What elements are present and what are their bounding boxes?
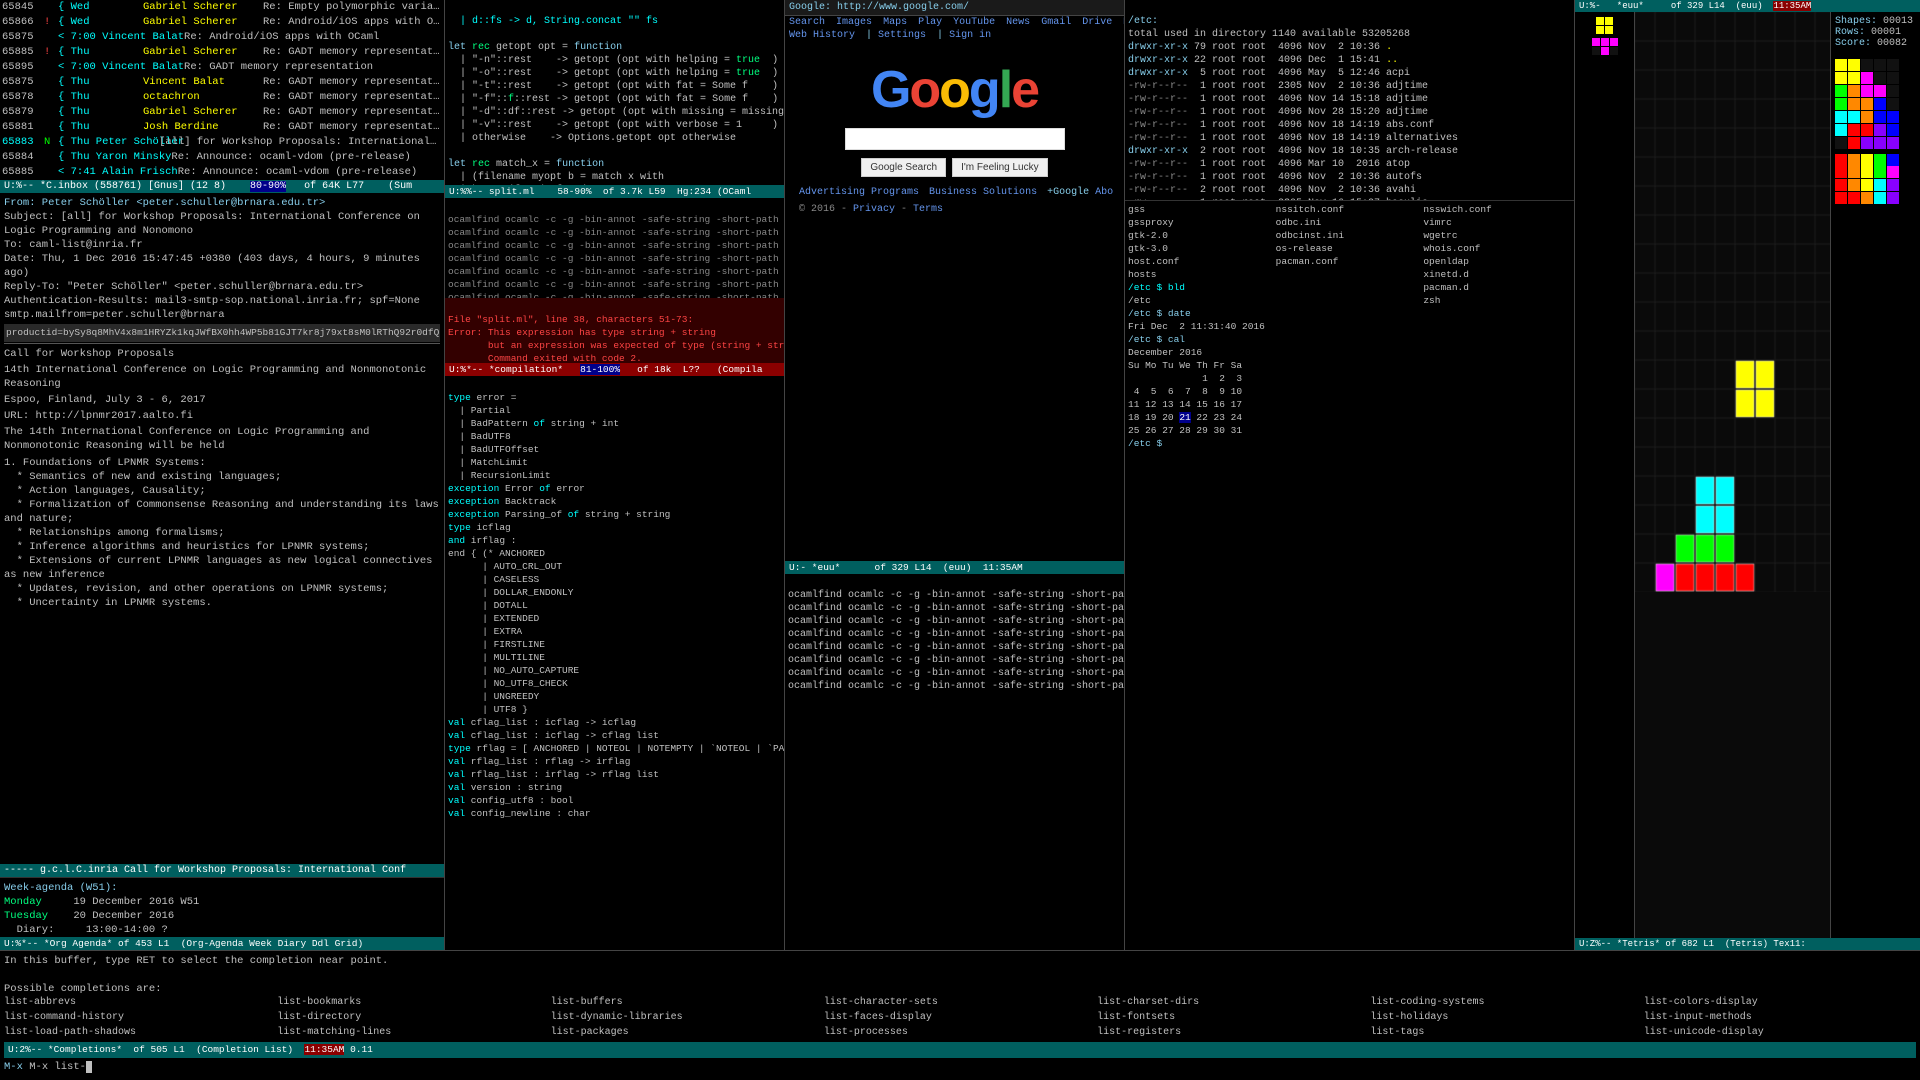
- terminal-line1: In this buffer, type RET to select the c…: [4, 954, 1916, 968]
- nav-link-maps[interactable]: Maps: [883, 17, 907, 28]
- browser-sub-links: Web History | Settings | Sign in: [785, 29, 1124, 42]
- nav-link-gmail[interactable]: Gmail: [1041, 17, 1071, 28]
- google-ad-links: Advertising Programs Business Solutions …: [795, 183, 1114, 202]
- bottom-terminal: In this buffer, type RET to select the c…: [0, 950, 1920, 1080]
- email-row[interactable]: 65884 { Thu Yaron Minsky Re: Announce: o…: [0, 150, 444, 165]
- google-search-container: [795, 128, 1114, 150]
- completion-grid: list-abbrevs list-bookmarks list-buffers…: [4, 996, 1916, 1040]
- email-list: 65845 { Wed Gabriel Scherer Re: Empty po…: [0, 0, 444, 180]
- agenda-divider-bar: ----- g.c.l.C.inria Call for Workshop Pr…: [0, 864, 444, 877]
- terminal-line2: [4, 968, 1916, 982]
- code-panel: | d::fs -> d, String.concat "" fs let re…: [445, 0, 785, 1080]
- tetris-main: Shapes: 00013 Rows: 00001 Score: 00082: [1575, 12, 1920, 1080]
- email-panel: 65845 { Wed Gabriel Scherer Re: Empty po…: [0, 0, 445, 1080]
- nav-link-play[interactable]: Play: [918, 17, 942, 28]
- email-content: From: Peter Schöller <peter.schuller@brn…: [0, 193, 444, 864]
- email-row[interactable]: 65866 ! { Wed Gabriel Scherer Re: Androi…: [0, 15, 444, 30]
- tetris-info-panel: Shapes: 00013 Rows: 00001 Score: 00082: [1830, 12, 1920, 1080]
- google-copyright: © 2016 - Privacy - Terms: [795, 202, 1114, 217]
- email-row[interactable]: 65881 { Thu Josh Berdine Re: GADT memory…: [0, 120, 444, 135]
- files-drawing-panel: /etc: total used in directory 1140 avail…: [1125, 0, 1575, 1080]
- nav-sign-in[interactable]: Sign in: [949, 30, 991, 41]
- nav-link-drive[interactable]: Drive: [1082, 17, 1112, 28]
- email-row[interactable]: 65878 { Thu octachron Re: GADT memory re…: [0, 90, 444, 105]
- google-search-input[interactable]: [845, 128, 1065, 150]
- google-search-button[interactable]: Google Search: [861, 158, 946, 177]
- google-page: Google Google Search I'm Feeling Lucky A…: [785, 42, 1124, 561]
- terms-link[interactable]: Terms: [913, 204, 943, 215]
- terminal-line3: Possible completions are:: [4, 982, 1916, 996]
- nav-link-youtube[interactable]: YouTube: [953, 17, 995, 28]
- email-row[interactable]: 65845 { Wed Gabriel Scherer Re: Empty po…: [0, 0, 444, 15]
- nav-link-search[interactable]: Search: [789, 17, 825, 28]
- privacy-link[interactable]: Privacy: [853, 204, 895, 215]
- tetris-board[interactable]: [1635, 12, 1830, 1080]
- google-about-link[interactable]: About Google: [1095, 187, 1114, 198]
- email-row[interactable]: 65895 < 7:00 Vincent Balat Re: GADT memo…: [0, 60, 444, 75]
- nav-link-more[interactable]: More >: [1123, 17, 1124, 28]
- ocaml-build-output: ocamlfind ocamlc -c -g -bin-annot -safe-…: [445, 198, 784, 298]
- email-row[interactable]: 65885 < 7:41 Alain Frisch Re: Announce: …: [0, 165, 444, 180]
- code-area-top[interactable]: | d::fs -> d, String.concat "" fs let re…: [445, 0, 784, 185]
- email-row[interactable]: 65883 N { Thu Peter Schöller [all] for W…: [0, 135, 444, 150]
- browser-url-bar[interactable]: Google: http://www.google.com/: [785, 0, 1124, 16]
- browser-status: U:- *euu* of 329 L14 (euu) 11:35AM: [785, 561, 1124, 574]
- email-row[interactable]: 65879 { Thu Gabriel Scherer Re: GADT mem…: [0, 105, 444, 120]
- email-row[interactable]: 65885 ! { Thu Gabriel Scherer Re: GADT m…: [0, 45, 444, 60]
- google-logo: Google: [795, 60, 1114, 120]
- browser-nav-links: Search Images Maps Play YouTube News Gma…: [785, 16, 1124, 29]
- build-error: File "split.ml", line 38, characters 51-…: [445, 298, 784, 363]
- google-lucky-button[interactable]: I'm Feeling Lucky: [952, 158, 1048, 177]
- browser-url: Google: http://www.google.com/: [789, 2, 969, 13]
- nav-web-history[interactable]: Web History: [789, 30, 855, 41]
- google-advertising-link[interactable]: Advertising Programs: [799, 187, 919, 198]
- tetris-status-bar: U:Z%-- *Tetris* of 682 L1 (Tetris) Tex11…: [1575, 938, 1920, 950]
- google-business-link[interactable]: Business Solutions: [929, 187, 1037, 198]
- tetris-top-status: U:%- *euu* of 329 L14 (euu) 11:35AM: [1575, 0, 1920, 12]
- split-ml-status: U:%%-- split.ml 58-90% of 3.7k L59 Hg:23…: [445, 185, 784, 198]
- nav-link-images[interactable]: Images: [836, 17, 872, 28]
- main-screen: 65845 { Wed Gabriel Scherer Re: Empty po…: [0, 0, 1920, 1080]
- etc-contents: gss gssproxy gtk-2.0 gtk-3.0 host.conf h…: [1125, 200, 1574, 465]
- file-listing: /etc: total used in directory 1140 avail…: [1125, 0, 1574, 200]
- agenda-status-bar: U:%*-- *Org Agenda* of 453 L1 (Org-Agend…: [0, 937, 444, 950]
- google-buttons: Google Search I'm Feeling Lucky: [795, 158, 1114, 177]
- tetris-pieces-display: [1835, 59, 1916, 204]
- tetris-panel: U:%- *euu* of 329 L14 (euu) 11:35AM: [1575, 0, 1920, 1080]
- email-row[interactable]: 65875 < 7:00 Vincent Balat Re: Android/i…: [0, 30, 444, 45]
- compilation-status: U:%*-- *compilation* 81-100% of 18k L?? …: [445, 363, 784, 376]
- email-status-bar: U:%-- *C.inbox (558761) [Gnus] (12 8) 80…: [0, 180, 444, 193]
- tetris-preview-side: [1575, 12, 1635, 1080]
- browser-panel: Google: http://www.google.com/ Search Im…: [785, 0, 1125, 1080]
- terminal-prompt[interactable]: M-x M-x list-: [4, 1060, 1916, 1074]
- nav-link-news[interactable]: News: [1006, 17, 1030, 28]
- email-row[interactable]: 65875 { Thu Vincent Balat Re: GADT memor…: [0, 75, 444, 90]
- completions-status-bar: U:2%-- *Completions* of 505 L1 (Completi…: [4, 1042, 1916, 1058]
- nav-settings[interactable]: Settings: [878, 30, 926, 41]
